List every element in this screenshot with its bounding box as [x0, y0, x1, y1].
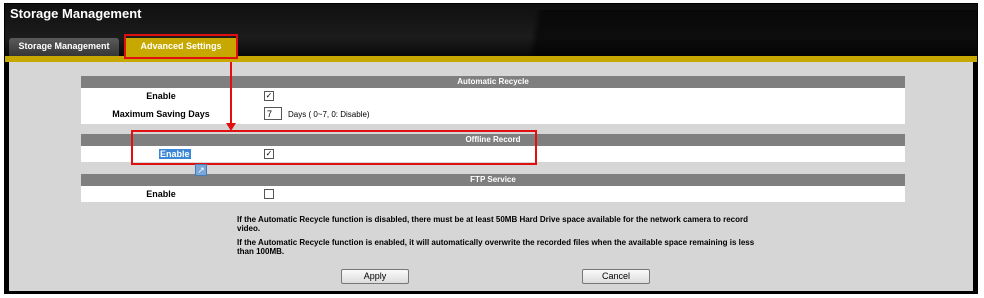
max-saving-days-input[interactable]: 7	[264, 107, 282, 120]
ftp-enable-label: Enable	[146, 189, 176, 199]
ftp-enable-checkbox[interactable]	[264, 189, 274, 199]
note-recycle-enabled: If the Automatic Recycle function is ena…	[237, 238, 755, 256]
check-icon: ✓	[265, 91, 273, 100]
annotation-arrow-line	[230, 62, 232, 124]
note-recycle-disabled: If the Automatic Recycle function is dis…	[237, 215, 748, 233]
cancel-button[interactable]: Cancel	[582, 269, 650, 284]
max-saving-days-label: Maximum Saving Days	[112, 109, 210, 119]
row-max-saving-days: Maximum Saving Days 7 Days ( 0~7, 0: Dis…	[81, 104, 905, 124]
page-title: Storage Management	[10, 6, 142, 21]
annotation-highlight-tab	[124, 34, 238, 59]
apply-button[interactable]: Apply	[341, 269, 409, 284]
section-header-automatic-recycle: Automatic Recycle	[81, 76, 905, 88]
recycle-enable-label: Enable	[146, 91, 176, 101]
app-frame: Storage Management Storage Management Ad…	[4, 3, 978, 294]
max-saving-days-hint: Days ( 0~7, 0: Disable)	[288, 110, 370, 119]
cursor-icon: ↗	[195, 164, 207, 176]
settings-panel: Automatic Recycle Enable ✓ Maximum Savin…	[9, 62, 973, 291]
recycle-enable-checkbox[interactable]: ✓	[264, 91, 274, 101]
row-recycle-enable: Enable ✓	[81, 88, 905, 104]
annotation-highlight-offline-record	[131, 130, 537, 165]
row-ftp-enable: Enable	[81, 186, 905, 202]
header-decoration	[235, 10, 977, 60]
